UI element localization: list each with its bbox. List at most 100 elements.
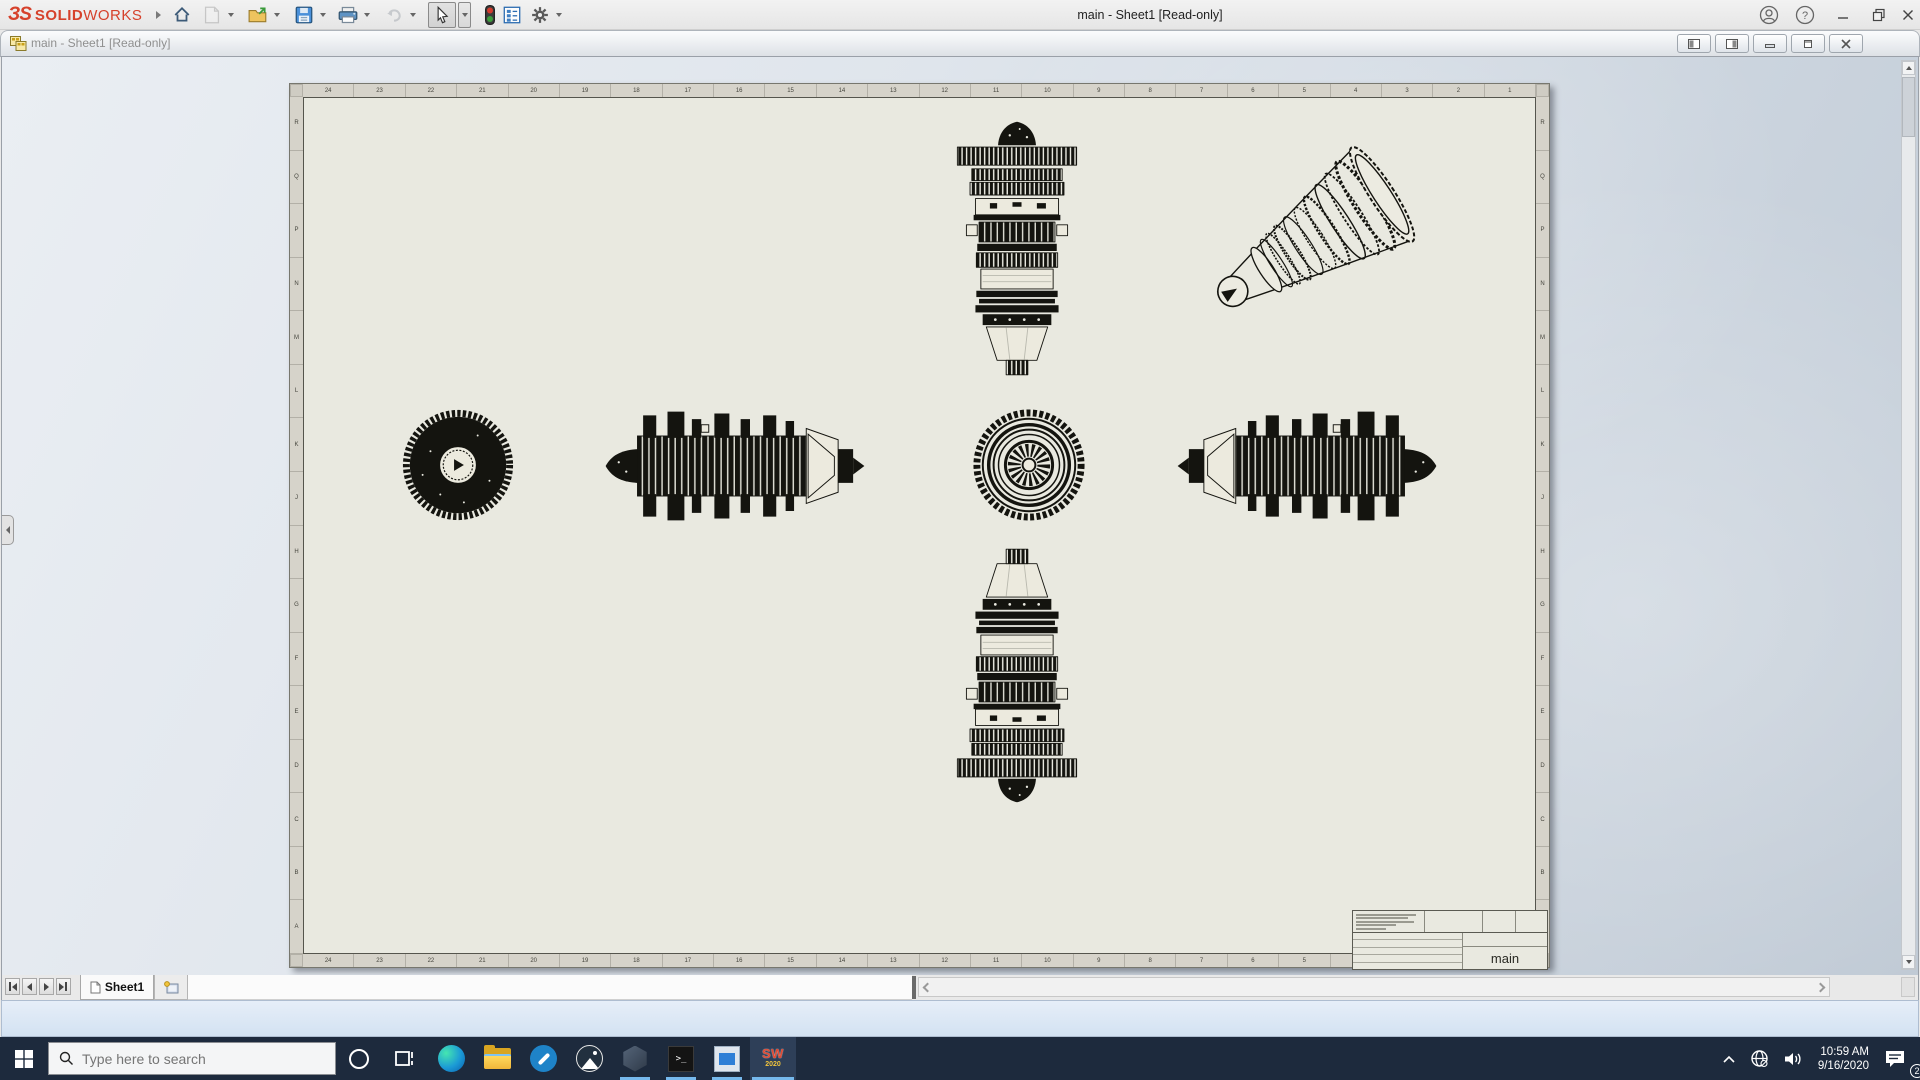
ruler-zone-label: 19: [560, 84, 611, 97]
network-globe-icon: [1750, 1049, 1769, 1068]
taskbar-task-view[interactable]: [382, 1037, 428, 1080]
taskbar-command-prompt[interactable]: >_: [658, 1037, 704, 1080]
ruler-zone-label: 22: [406, 84, 457, 97]
drawing-view-isometric[interactable]: [1197, 146, 1433, 330]
options-gear-icon: [531, 6, 549, 24]
scroll-up-button[interactable]: [1902, 61, 1915, 75]
ruler-corner: [290, 954, 303, 967]
close-button[interactable]: [1896, 0, 1920, 29]
last-sheet-button[interactable]: [56, 978, 71, 995]
featuremanager-collapsed-tab[interactable]: [2, 515, 14, 545]
drawing-sheet[interactable]: 242322212019181716151413121110987654321 …: [289, 83, 1550, 968]
vertical-scrollbar[interactable]: [1901, 60, 1916, 970]
action-center-button[interactable]: 2: [1877, 1037, 1920, 1080]
save-dropdown[interactable]: [316, 3, 329, 27]
ruler-zone-label: D: [290, 740, 303, 794]
taskbar-remote-window-app[interactable]: [704, 1037, 750, 1080]
previous-sheet-button[interactable]: [22, 978, 37, 995]
options-dropdown[interactable]: [552, 3, 565, 27]
ruler-zone-label: 5: [1279, 954, 1330, 967]
save-button[interactable]: [292, 3, 316, 27]
ruler-zone-label: B: [1536, 847, 1549, 901]
ruler-zone-label: 1: [1485, 84, 1536, 97]
title-block-notes: [1353, 911, 1425, 932]
cortana-icon: [347, 1047, 371, 1071]
next-sheet-button[interactable]: [39, 978, 54, 995]
first-sheet-button[interactable]: [5, 978, 20, 995]
horizontal-scrollbar[interactable]: [918, 977, 1830, 997]
open-dropdown[interactable]: [270, 3, 283, 27]
tab-bar-empty-area: [188, 975, 912, 1000]
file-explorer-icon: [484, 1048, 511, 1069]
drawing-view-side-right[interactable]: [1175, 406, 1439, 526]
search-input[interactable]: [82, 1051, 302, 1067]
sheet-tab-label: Sheet1: [105, 980, 144, 994]
status-bar: [1, 1000, 1919, 1037]
ruler-zone-label: K: [290, 418, 303, 472]
scroll-right-icon[interactable]: [1816, 983, 1826, 993]
doc-panel-right-button[interactable]: [1715, 34, 1749, 53]
tray-network[interactable]: [1743, 1037, 1776, 1080]
print-button[interactable]: [336, 3, 360, 27]
drawing-view-rear[interactable]: [970, 406, 1088, 524]
restore-button[interactable]: [1862, 0, 1896, 29]
drawing-view-top[interactable]: [947, 120, 1087, 382]
new-document-dropdown[interactable]: [224, 3, 237, 27]
ruler-zone-label: 8: [1125, 84, 1176, 97]
pane-splitter-handle[interactable]: [912, 976, 916, 999]
doc-restore-icon: [1803, 39, 1813, 49]
taskbar-hexagon-app[interactable]: [612, 1037, 658, 1080]
add-sheet-icon: [164, 981, 179, 994]
solidworks-logo[interactable]: ЗS SOLID WORKS: [8, 4, 161, 26]
help-button[interactable]: ?: [1788, 0, 1822, 29]
doc-close-button[interactable]: [1829, 34, 1863, 53]
drawing-view-front-fan[interactable]: [399, 406, 517, 524]
ruler-zone-label: 18: [611, 84, 662, 97]
drawing-view-bottom[interactable]: [947, 542, 1087, 804]
taskbar-cortana[interactable]: [336, 1037, 382, 1080]
taskbar-file-explorer[interactable]: [474, 1037, 520, 1080]
graphics-area[interactable]: 242322212019181716151413121110987654321 …: [1, 57, 1919, 975]
account-button[interactable]: [1752, 0, 1786, 29]
next-icon: [44, 983, 49, 991]
ruler-zone-label: 13: [868, 954, 919, 967]
taskbar-photos[interactable]: [566, 1037, 612, 1080]
select-tool-button[interactable]: [428, 2, 456, 28]
print-dropdown[interactable]: [360, 3, 373, 27]
drawing-view-side-left[interactable]: [603, 406, 867, 526]
add-sheet-button[interactable]: [154, 975, 188, 1000]
home-button[interactable]: [170, 3, 194, 27]
ruler-zone-label: K: [1536, 418, 1549, 472]
doc-restore-button[interactable]: [1791, 34, 1825, 53]
minimize-button[interactable]: [1826, 0, 1860, 29]
sheet-drawing-area[interactable]: main: [303, 97, 1536, 954]
first-icon: [12, 983, 17, 991]
ruler-zone-label: 11: [971, 954, 1022, 967]
options-button[interactable]: [528, 3, 552, 27]
doc-panel-left-button[interactable]: [1677, 34, 1711, 53]
tray-show-hidden-icons[interactable]: [1715, 1037, 1743, 1080]
taskbar-edge[interactable]: [428, 1037, 474, 1080]
scroll-down-button[interactable]: [1902, 955, 1915, 969]
start-button[interactable]: [0, 1037, 48, 1080]
taskbar-search[interactable]: [48, 1042, 336, 1075]
ruler-zone-label: 2: [1433, 84, 1484, 97]
ruler-zone-label: Q: [1536, 151, 1549, 205]
tab-sheet1[interactable]: Sheet1: [80, 975, 154, 1000]
menu-flyout-arrow-icon[interactable]: [156, 11, 161, 19]
ruler-zone-label: 23: [354, 84, 405, 97]
tray-clock[interactable]: 10:59 AM 9/16/2020: [1810, 1045, 1877, 1073]
minimize-icon: [1837, 9, 1849, 21]
vertical-scroll-thumb[interactable]: [1902, 77, 1915, 137]
doc-minimize-button[interactable]: [1753, 34, 1787, 53]
taskbar-settings-tools[interactable]: [520, 1037, 566, 1080]
rebuild-button[interactable]: [478, 3, 502, 27]
ruler-zone-label: H: [290, 526, 303, 580]
file-properties-icon: [503, 6, 521, 24]
taskbar-solidworks[interactable]: SW 2020: [750, 1037, 796, 1080]
select-tool-dropdown[interactable]: [458, 2, 471, 28]
file-properties-button[interactable]: [500, 3, 524, 27]
scroll-left-icon[interactable]: [923, 983, 933, 993]
tray-volume[interactable]: [1776, 1037, 1810, 1080]
open-button[interactable]: [246, 3, 270, 27]
